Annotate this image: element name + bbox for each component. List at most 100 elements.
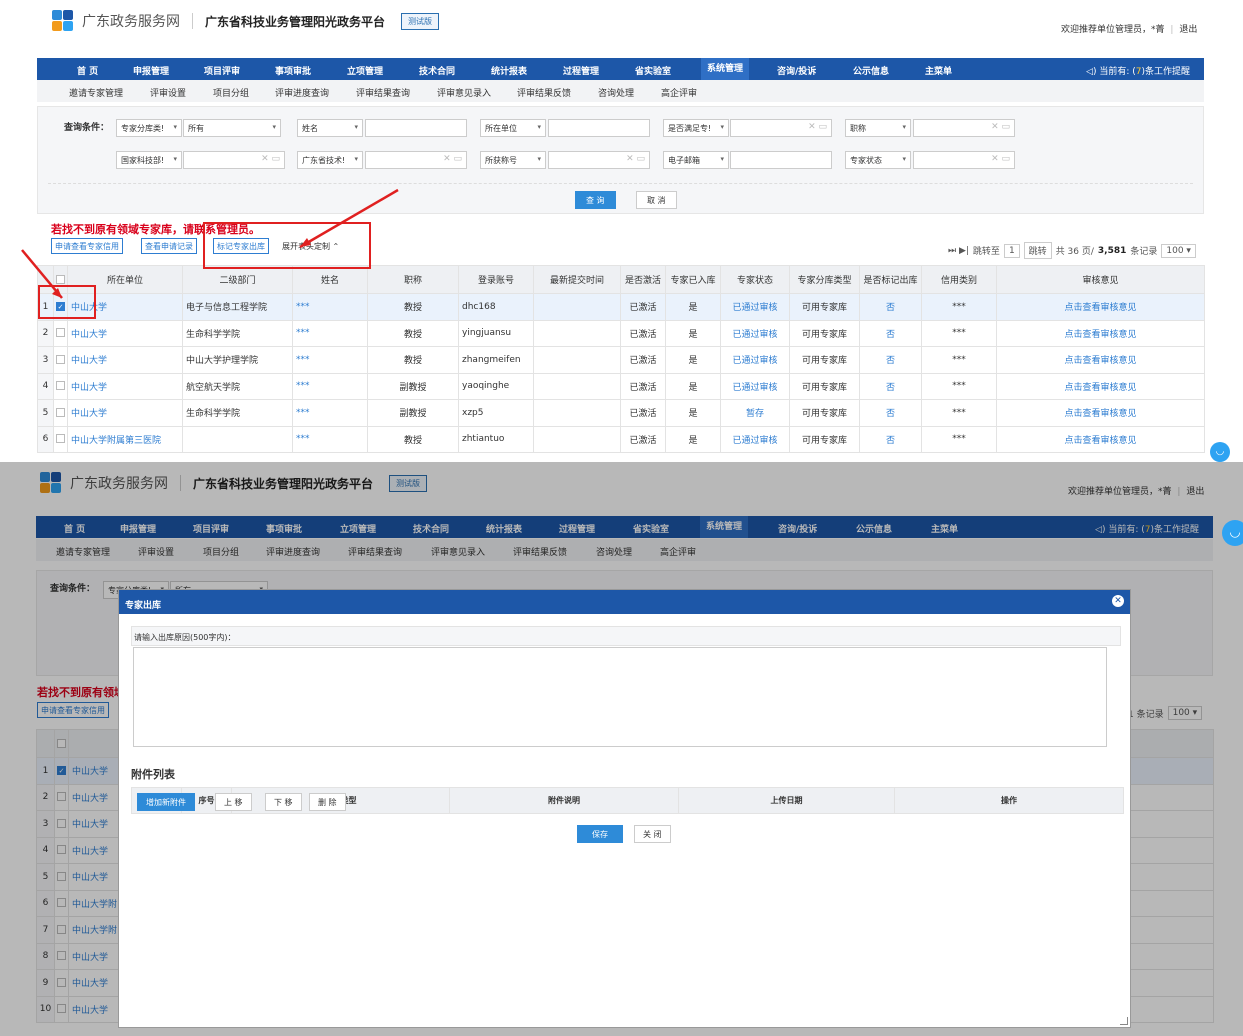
row-checkbox[interactable] (53, 319, 68, 347)
subnav-consult-handling[interactable]: 咨询处理 (598, 86, 634, 99)
nav-item-system[interactable]: 系统管理 (701, 58, 750, 80)
field-select-ministry[interactable]: 国家科技部! ▾ (116, 151, 182, 169)
cell-status[interactable]: 已通过审核 (720, 425, 790, 453)
clear-x-icon[interactable]: ✕ ▭ (626, 154, 645, 164)
cell-status[interactable]: 已通过审核 (720, 346, 790, 374)
col-account[interactable]: 登录账号 (458, 265, 534, 294)
cell-review[interactable]: 点击查看审核意见 (996, 425, 1205, 453)
col-in-db[interactable]: 专家已入库 (665, 265, 721, 294)
expert-type-value-select[interactable]: 所有▾ (183, 119, 281, 137)
clear-x-icon[interactable]: ✕ ▭ (991, 154, 1010, 164)
gd-tech-input[interactable]: ✕ ▭ (365, 151, 467, 169)
request-credit-button[interactable]: 申请查看专家信用 (51, 238, 123, 254)
row-checkbox[interactable] (53, 346, 68, 374)
cell-unit[interactable]: 中山大学 (67, 372, 183, 400)
col-marked-out[interactable]: 是否标记出库 (859, 265, 922, 294)
row-checkbox[interactable] (53, 425, 68, 453)
cell-unit[interactable]: 中山大学 (67, 319, 183, 347)
nav-item-approval[interactable]: 事项审批 (275, 64, 311, 77)
save-button[interactable]: 保存 (577, 825, 623, 843)
nav-item-public[interactable]: 公示信息 (853, 64, 889, 77)
field-select-honor[interactable]: 所获称号 ▾ (480, 151, 546, 169)
col-db-type[interactable]: 专家分库类型 (789, 265, 860, 294)
col-status[interactable]: 专家状态 (720, 265, 790, 294)
table-row[interactable]: 2 中山大学 生命科学学院 *** 教授 yingjuansu 已激活是已通过审核 可用专家库… (37, 319, 1205, 347)
col-dept[interactable]: 二级部门 (182, 265, 293, 294)
subnav-opinion-entry[interactable]: 评审意见录入 (437, 86, 491, 99)
nav-item-reports[interactable]: 统计报表 (491, 64, 527, 77)
cell-unit[interactable]: 中山大学附属第三医院 (67, 425, 183, 453)
table-row[interactable]: 4 中山大学 航空航天学院 *** 副教授 yaoqinghe 已激活是已通过审核 可用专家库… (37, 372, 1205, 400)
chat-bubble-icon[interactable]: ◡ (1210, 442, 1230, 462)
resize-handle[interactable] (1120, 1017, 1128, 1025)
cell-review[interactable]: 点击查看审核意见 (996, 346, 1205, 374)
col-name[interactable]: 姓名 (292, 265, 368, 294)
nav-item-process[interactable]: 过程管理 (563, 64, 599, 77)
cell-marked-out[interactable]: 否 (859, 346, 922, 374)
jump-button[interactable]: 跳转 (1023, 242, 1052, 259)
ministry-input[interactable]: ✕ ▭ (183, 151, 285, 169)
page-input[interactable]: 1 (1003, 243, 1020, 258)
cell-marked-out[interactable]: 否 (859, 372, 922, 400)
cell-status[interactable]: 已通过审核 (720, 372, 790, 400)
field-select-name[interactable]: 姓名 ▾ (297, 119, 363, 137)
cell-status[interactable]: 暂存 (720, 399, 790, 427)
title-input[interactable]: ✕ ▭ (913, 119, 1015, 137)
view-records-button[interactable]: 查看申请记录 (141, 238, 197, 254)
nav-item-project-review[interactable]: 项目评审 (204, 64, 240, 77)
clear-x-icon[interactable]: ✕ ▭ (261, 154, 280, 164)
cell-unit[interactable]: 中山大学 (67, 399, 183, 427)
delete-button[interactable]: 删 除 (309, 793, 346, 811)
cell-review[interactable]: 点击查看审核意见 (996, 372, 1205, 400)
name-input[interactable] (365, 119, 467, 137)
nav-item-home[interactable]: 首 页 (77, 64, 98, 77)
field-select-qualified[interactable]: 是否满足专! ▾ (663, 119, 729, 137)
cell-status[interactable]: 已通过审核 (720, 319, 790, 347)
table-row[interactable]: 1 ✓ 中山大学 电子与信息工程学院 *** 教授 dhc168 已激活是已通过审核 可用专家库… (37, 293, 1205, 321)
nav-item-project-setup[interactable]: 立项管理 (347, 64, 383, 77)
page-size-select[interactable]: 100 ▾ (1161, 243, 1196, 258)
row-checkbox[interactable] (53, 399, 68, 427)
clear-x-icon[interactable]: ✕ ▭ (808, 122, 827, 132)
clear-x-icon[interactable]: ✕ ▭ (443, 154, 462, 164)
field-select-unit[interactable]: 所在单位 ▾ (480, 119, 546, 137)
nav-item-main-menu[interactable]: 主菜单 (925, 64, 952, 77)
table-row[interactable]: 6 中山大学附属第三医院 *** 教授 zhtiantuo 已激活是已通过审核 可用专家库否… (37, 425, 1205, 453)
nav-item-consult[interactable]: 咨询/投诉 (777, 64, 816, 77)
col-submit-time[interactable]: 最新提交时间 (533, 265, 621, 294)
cell-review[interactable]: 点击查看审核意见 (996, 293, 1205, 321)
honor-input[interactable]: ✕ ▭ (548, 151, 650, 169)
subnav-result-feedback[interactable]: 评审结果反馈 (517, 86, 571, 99)
nav-item-lab[interactable]: 省实验室 (635, 64, 671, 77)
cell-unit[interactable]: 中山大学 (67, 346, 183, 374)
row-checkbox[interactable] (53, 372, 68, 400)
status-input[interactable]: ✕ ▭ (913, 151, 1015, 169)
cell-marked-out[interactable]: 否 (859, 399, 922, 427)
site-logo[interactable]: 广东政务服务网 广东省科技业务管理阳光政务平台 测试版 (52, 10, 440, 32)
col-active[interactable]: 是否激活 (620, 265, 666, 294)
move-down-button[interactable]: 下 移 (265, 793, 302, 811)
clear-x-icon[interactable]: ✕ ▭ (991, 122, 1010, 132)
cell-marked-out[interactable]: 否 (859, 293, 922, 321)
search-button[interactable]: 查 询 (575, 191, 616, 209)
email-input[interactable] (730, 151, 832, 169)
subnav-project-groups[interactable]: 项目分组 (213, 86, 249, 99)
work-alert[interactable]: ◁) 当前有: (7)条工作提醒 (1086, 64, 1190, 77)
chat-bubble-icon[interactable]: ◡ (1222, 520, 1243, 546)
cell-review[interactable]: 点击查看审核意见 (996, 319, 1205, 347)
nav-item-apply[interactable]: 申报管理 (133, 64, 169, 77)
qualified-input[interactable]: ✕ ▭ (730, 119, 832, 137)
col-title[interactable]: 职称 (367, 265, 459, 294)
table-row[interactable]: 5 中山大学 生命科学学院 *** 副教授 xzp5 已激活是暂存 可用专家库否 *** 点击查看… (37, 399, 1205, 427)
move-up-button[interactable]: 上 移 (215, 793, 252, 811)
table-row[interactable]: 3 中山大学 中山大学护理学院 *** 教授 zhangmeifen 已激活是已通过审核 可用… (37, 346, 1205, 374)
field-select-expert-type[interactable]: 专家分库类!▾ (116, 119, 182, 137)
col-review[interactable]: 审核意见 (996, 265, 1205, 294)
unit-input[interactable] (548, 119, 650, 137)
field-select-title[interactable]: 职称 ▾ (845, 119, 911, 137)
cancel-button[interactable]: 取 消 (636, 191, 677, 209)
field-select-status[interactable]: 专家状态 ▾ (845, 151, 911, 169)
field-select-gd-tech[interactable]: 广东省技术! ▾ (297, 151, 363, 169)
cell-marked-out[interactable]: 否 (859, 425, 922, 453)
cell-status[interactable]: 已通过审核 (720, 293, 790, 321)
